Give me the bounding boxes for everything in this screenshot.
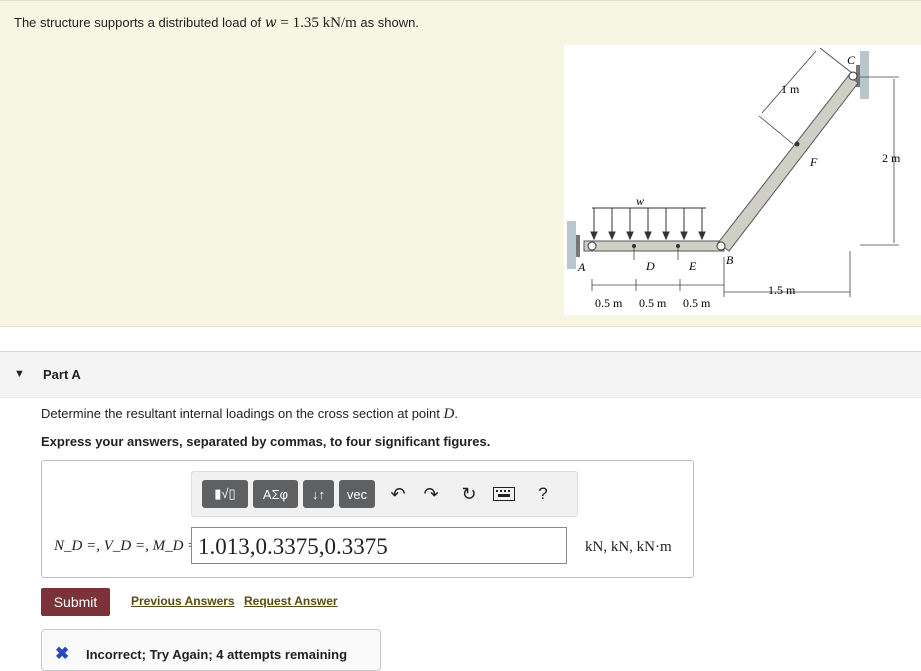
label-e: E bbox=[688, 259, 697, 273]
help-button[interactable]: ? bbox=[530, 481, 556, 507]
structure-figure: A B C D E F w 1 m 2 m 1.5 m 0.5 m 0.5 m … bbox=[564, 45, 921, 315]
member-bc bbox=[717, 74, 859, 252]
answer-units: kN, kN, kN·m bbox=[585, 539, 672, 555]
feedback-message: Incorrect; Try Again; 4 attempts remaini… bbox=[86, 647, 348, 662]
part-title: Part A bbox=[43, 367, 81, 382]
request-answer-link[interactable]: Request Answer bbox=[244, 594, 338, 608]
question-text: Determine the resultant internal loading… bbox=[41, 406, 458, 422]
label-c: C bbox=[847, 53, 856, 67]
problem-statement: The structure supports a distributed loa… bbox=[14, 15, 419, 32]
label-dim-2m: 2 m bbox=[882, 151, 901, 165]
label-dim-1m: 1 m bbox=[781, 82, 800, 96]
incorrect-x-icon: ✖ bbox=[55, 644, 70, 663]
part-a-header[interactable]: ▼ Part A bbox=[0, 352, 921, 398]
redo-icon[interactable]: ↷ bbox=[418, 481, 444, 507]
submit-button[interactable]: Submit bbox=[41, 588, 110, 616]
label-dim-05b: 0.5 m bbox=[639, 296, 667, 310]
math-toolbar: ▮√▯ ΑΣφ ↓↑ vec ↶ ↷ ↻ ? bbox=[191, 471, 578, 517]
previous-answers-link[interactable]: Previous Answers bbox=[131, 594, 235, 608]
answer-row: N_D =, V_D =, M_D = 1.013,0.3375,0.3375 … bbox=[42, 527, 693, 567]
answer-input[interactable]: 1.013,0.3375,0.3375 bbox=[191, 527, 567, 564]
distributed-load-arrows bbox=[590, 208, 706, 241]
structure-diagram: A B C D E F w 1 m 2 m 1.5 m 0.5 m 0.5 m … bbox=[567, 47, 901, 310]
question-point: D bbox=[443, 406, 455, 422]
reset-icon[interactable]: ↻ bbox=[456, 481, 482, 507]
vector-button[interactable]: vec bbox=[339, 480, 375, 508]
statement-tail: as shown. bbox=[360, 15, 419, 30]
undo-icon[interactable]: ↶ bbox=[385, 481, 411, 507]
greek-symbols-button[interactable]: ΑΣφ bbox=[253, 480, 298, 508]
problem-statement-panel: The structure supports a distributed loa… bbox=[0, 0, 921, 327]
collapse-triangle-icon[interactable]: ▼ bbox=[14, 368, 25, 380]
statement-intro: The structure supports a distributed loa… bbox=[14, 15, 262, 30]
label-f: F bbox=[809, 155, 818, 169]
wall-support-a bbox=[567, 221, 576, 269]
answer-box: ▮√▯ ΑΣφ ↓↑ vec ↶ ↷ ↻ ? N_D =, V_D =, M_D… bbox=[41, 460, 694, 578]
question-line1: Determine the resultant internal loading… bbox=[41, 406, 440, 421]
label-b: B bbox=[726, 253, 734, 267]
pin-a bbox=[587, 241, 597, 251]
question-instructions: Express your answers, separated by comma… bbox=[41, 434, 491, 449]
statement-variable: w bbox=[264, 15, 277, 31]
statement-equation: = 1.35 kN/m bbox=[280, 15, 357, 31]
label-w: w bbox=[636, 194, 644, 208]
label-d: D bbox=[645, 259, 655, 273]
keyboard-icon[interactable] bbox=[491, 481, 517, 507]
answer-label: N_D =, V_D =, M_D = bbox=[54, 538, 198, 554]
label-dim-15m: 1.5 m bbox=[768, 283, 796, 297]
templates-button[interactable]: ▮√▯ bbox=[202, 480, 248, 508]
wall-support-c bbox=[860, 51, 869, 99]
subscript-superscript-button[interactable]: ↓↑ bbox=[303, 480, 334, 508]
label-dim-05a: 0.5 m bbox=[595, 296, 623, 310]
pin-b bbox=[716, 241, 726, 251]
label-a: A bbox=[577, 260, 586, 274]
pin-c bbox=[848, 71, 858, 81]
label-dim-05c: 0.5 m bbox=[683, 296, 711, 310]
member-ab bbox=[583, 240, 725, 252]
